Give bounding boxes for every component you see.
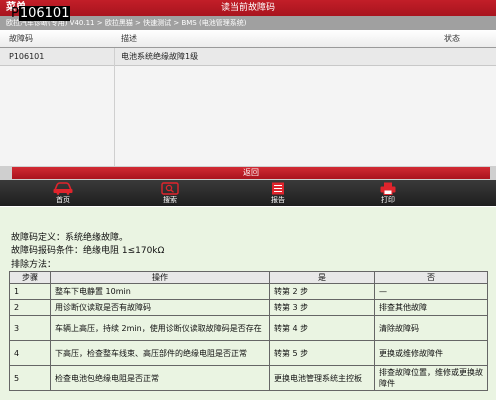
step-yes: 转第 5 步 xyxy=(269,340,375,366)
car-icon xyxy=(53,182,73,195)
table-row: 1 整车下电静置 10min 转第 2 步 — xyxy=(9,283,488,300)
troubleshooting-table: 步骤 操作 是 否 1 整车下电静置 10min 转第 2 步 — 2 用诊断仪… xyxy=(9,271,488,391)
step-operation: 下高压，检查整车线束、高压部件的绝缘电阻是否正常 xyxy=(50,340,270,366)
search-icon xyxy=(161,182,179,195)
step-no: 更换或维修故障件 xyxy=(374,340,488,366)
fault-code-heading: P106101 xyxy=(11,6,71,22)
step-number: 1 xyxy=(9,283,51,300)
step-operation: 车辆上高压，持续 2min，使用诊断仪读取故障码是否存在 xyxy=(50,315,270,341)
step-no: 排查故障位置，维修或更换故障件 xyxy=(374,365,488,391)
step-no: — xyxy=(374,283,488,300)
header-code: 故障码 xyxy=(9,34,33,43)
header-description: 描述 xyxy=(121,34,137,43)
fault-code-number: 106101 xyxy=(18,6,71,21)
row-description: 电池系统绝缘故障1级 xyxy=(121,52,199,61)
table-row: 2 用诊断仪读取是否有故障码 转第 3 步 排查其他故障 xyxy=(9,299,488,316)
step-operation: 用诊断仪读取是否有故障码 xyxy=(50,299,270,316)
row-code: P106101 xyxy=(9,52,45,61)
top-bar: 菜单 读当前故障码 xyxy=(0,0,496,16)
table-header-row: 步骤 操作 是 否 xyxy=(9,271,488,284)
step-no: 排查其他故障 xyxy=(374,299,488,316)
back-button[interactable]: 返回 xyxy=(12,167,490,179)
nav-home[interactable]: 首页 xyxy=(33,182,93,204)
step-operation: 整车下电静置 10min xyxy=(50,283,270,300)
step-number: 5 xyxy=(9,365,51,391)
nav-report[interactable]: 报告 xyxy=(248,182,308,204)
step-yes: 转第 4 步 xyxy=(269,315,375,341)
nav-print-label: 打印 xyxy=(381,196,395,204)
report-icon xyxy=(272,182,284,195)
table-row[interactable]: P106101 电池系统绝缘故障1级 xyxy=(0,48,496,66)
step-number: 3 xyxy=(9,315,51,341)
bottom-nav: 首页 搜索 报告 打印 xyxy=(0,180,496,206)
printer-icon xyxy=(380,182,396,195)
fault-table-header: 故障码 描述 状态 xyxy=(0,30,496,48)
screen-title: 读当前故障码 xyxy=(220,3,275,13)
fault-definition: 故障码定义：系统绝缘故障。 xyxy=(11,233,129,243)
breadcrumb: 欧拉汽车诊断(专用) V40.11 > 欧拉黑猫 > 快速测试 > BMS (电… xyxy=(0,16,496,30)
method-title: 排除方法： xyxy=(11,260,57,270)
step-no: 清除故障码 xyxy=(374,315,488,341)
step-operation: 检查电池包绝缘电阻是否正常 xyxy=(50,365,270,391)
header-status: 状态 xyxy=(444,34,460,43)
header-yes: 是 xyxy=(269,271,375,284)
table-row: 3 车辆上高压，持续 2min，使用诊断仪读取故障码是否存在 转第 4 步 清除… xyxy=(9,315,488,341)
table-row: 4 下高压，检查整车线束、高压部件的绝缘电阻是否正常 转第 5 步 更换或维修故… xyxy=(9,340,488,366)
header-step: 步骤 xyxy=(9,271,51,284)
step-yes: 更换电池管理系统主控板 xyxy=(269,365,375,391)
nav-search-label: 搜索 xyxy=(163,196,177,204)
header-operation: 操作 xyxy=(50,271,270,284)
step-yes: 转第 2 步 xyxy=(269,283,375,300)
nav-home-label: 首页 xyxy=(56,196,70,204)
table-row: 5 检查电池包绝缘电阻是否正常 更换电池管理系统主控板 排查故障位置，维修或更换… xyxy=(9,365,488,391)
fault-code-prefix: P xyxy=(11,6,19,21)
step-number: 4 xyxy=(9,340,51,366)
step-number: 2 xyxy=(9,299,51,316)
step-yes: 转第 3 步 xyxy=(269,299,375,316)
nav-report-label: 报告 xyxy=(271,196,285,204)
header-no: 否 xyxy=(374,271,488,284)
diagnostic-screen: 菜单 读当前故障码 欧拉汽车诊断(专用) V40.11 > 欧拉黑猫 > 快速测… xyxy=(0,0,496,206)
nav-print[interactable]: 打印 xyxy=(358,182,418,204)
nav-search[interactable]: 搜索 xyxy=(140,182,200,204)
column-divider xyxy=(114,48,115,166)
fault-table-body: P106101 电池系统绝缘故障1级 xyxy=(0,48,496,166)
fault-condition: 故障码报码条件：绝缘电阻 1≤170kΩ xyxy=(11,246,165,256)
